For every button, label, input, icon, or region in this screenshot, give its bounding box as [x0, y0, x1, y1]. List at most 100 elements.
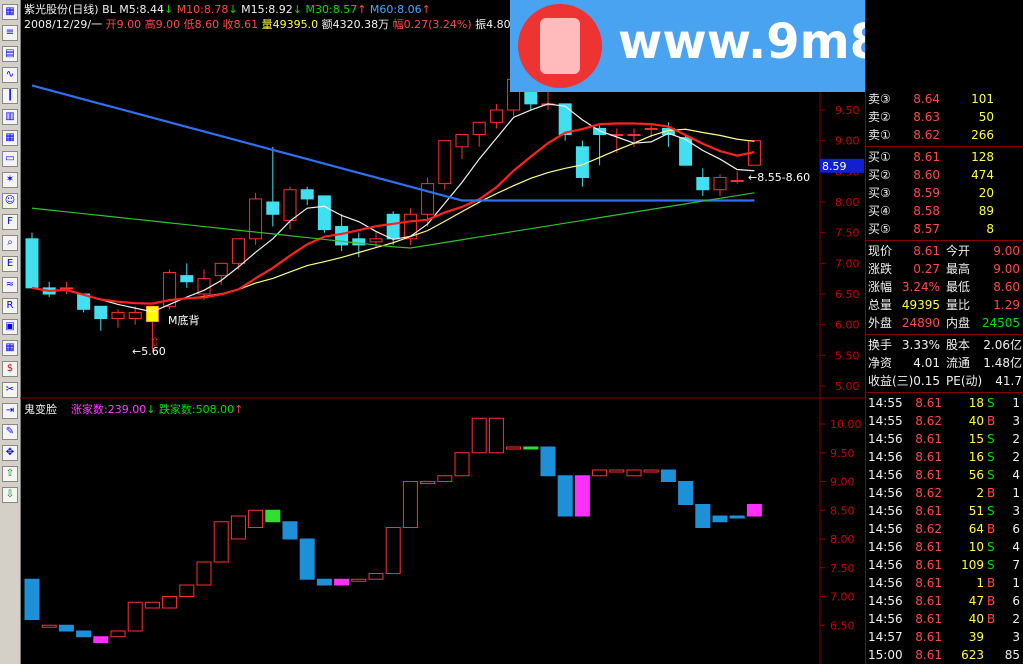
- candle-body: [231, 238, 245, 264]
- arrow-up-icon[interactable]: ⇧: [2, 466, 18, 482]
- report-icon[interactable]: ▥: [2, 109, 18, 125]
- bid-row[interactable]: 买④ 8.58 89: [866, 202, 1023, 220]
- tick-count: 6: [1012, 594, 1020, 608]
- wave-icon[interactable]: ≈: [2, 277, 18, 293]
- tick-row[interactable]: 14:56 8.61 47 B 6: [866, 592, 1023, 610]
- tick-row[interactable]: 14:56 8.62 2 B 1: [866, 484, 1023, 502]
- tick-row[interactable]: 14:56 8.62 64 B 6: [866, 520, 1023, 538]
- bid-label: 买⑤: [868, 222, 891, 236]
- kline-chart[interactable]: 9.50 9.00 8.50 8.00 7.50 7.00 6.50 6.00 5.50 5.00…: [20, 0, 865, 664]
- tick-row[interactable]: 14:55 8.62 40 B 3: [866, 412, 1023, 430]
- chart-area[interactable]: 9.50 9.00 8.50 8.00 7.50 7.00 6.50 6.00 5.50 5.00…: [20, 0, 865, 664]
- export-icon[interactable]: ⇥: [2, 403, 18, 419]
- bid-row[interactable]: 买① 8.61 128: [866, 148, 1023, 166]
- info-close: 收8.61: [222, 18, 259, 31]
- tick-price: 8.61: [915, 450, 942, 464]
- stat-row[interactable]: 外盘 24890 内盘 24505: [866, 314, 1023, 332]
- list-icon[interactable]: ≡: [2, 25, 18, 41]
- fund-row[interactable]: 换手 3.33% 股本 2.06亿: [866, 336, 1023, 354]
- people-icon[interactable]: ☺: [2, 193, 18, 209]
- stat-row[interactable]: 涨跌 0.27 最高 9.00: [866, 260, 1023, 278]
- search-icon[interactable]: ⌕: [2, 235, 18, 251]
- window-icon[interactable]: ▣: [2, 319, 18, 335]
- bid-row[interactable]: 买⑤ 8.57 8: [866, 220, 1023, 238]
- ma30-label: M30:8.57: [305, 3, 358, 16]
- fund-value: 3.33%: [901, 338, 940, 352]
- tick-volume: 39: [968, 630, 984, 644]
- ind-axis-label: 7.50: [830, 562, 855, 575]
- tick-row[interactable]: 14:56 8.61 51 S 3: [866, 502, 1023, 520]
- up-count: 涨家数:239.00: [71, 403, 147, 416]
- bottom-label: M底背: [168, 313, 200, 327]
- indicator-bar: [282, 521, 298, 540]
- ask-row[interactable]: 卖② 8.63 50: [866, 108, 1023, 126]
- tick-row[interactable]: 14:56 8.61 56 S 4: [866, 466, 1023, 484]
- bid-volume: 474: [971, 168, 994, 182]
- signal-up-arrow: ⇧: [150, 335, 160, 349]
- tick-row[interactable]: 14:55 8.61 18 S 1: [866, 394, 1023, 412]
- line-chart-icon[interactable]: ∿: [2, 67, 18, 83]
- tick-row[interactable]: 14:56 8.61 10 S 4: [866, 538, 1023, 556]
- tick-time: 14:56: [868, 432, 903, 446]
- stat-row[interactable]: 涨幅 3.24% 最低 8.60: [866, 278, 1023, 296]
- candle-body: [111, 311, 125, 320]
- tick-side: B: [987, 594, 996, 608]
- ask-row[interactable]: 卖① 8.62 266: [866, 126, 1023, 144]
- tick-price: 8.62: [915, 414, 942, 428]
- fund-row[interactable]: 收益(三) 0.15 PE(动) 41.7: [866, 372, 1023, 390]
- tick-side: S: [987, 396, 995, 410]
- f10-icon[interactable]: F: [2, 214, 18, 230]
- etf-icon[interactable]: E: [2, 256, 18, 272]
- indicator-name: 鬼变脸: [24, 403, 57, 416]
- tick-count: 3: [1012, 630, 1020, 644]
- stat-key: 最高: [946, 262, 971, 276]
- pencil-icon[interactable]: ✎: [2, 424, 18, 440]
- tick-time: 14:56: [868, 450, 903, 464]
- fund-row[interactable]: 净资 4.01 流通 1.48亿: [866, 354, 1023, 372]
- ask-volume: 101: [971, 92, 994, 106]
- ind-axis-label: 9.50: [830, 447, 855, 460]
- ask-row[interactable]: 卖③ 8.64 101: [866, 90, 1023, 108]
- bid-row[interactable]: 买② 8.60 474: [866, 166, 1023, 184]
- tick-volume: 2: [976, 486, 984, 500]
- tick-count: 2: [1012, 612, 1020, 626]
- candle-body: [489, 109, 503, 123]
- bid-row[interactable]: 买③ 8.59 20: [866, 184, 1023, 202]
- tick-price: 8.61: [915, 630, 942, 644]
- tick-row[interactable]: 14:57 8.61 39 3: [866, 628, 1023, 646]
- tick-row[interactable]: 14:56 8.61 16 S 2: [866, 448, 1023, 466]
- stat-row[interactable]: 总量 49395 量比 1.29: [866, 296, 1023, 314]
- fund-key: 流通: [946, 356, 971, 370]
- sheet-icon[interactable]: ▦: [2, 130, 18, 146]
- arrow-down-icon[interactable]: ⇩: [2, 487, 18, 503]
- dollar-icon[interactable]: $: [2, 361, 18, 377]
- left-toolbar: ▦ ≡ ▤ ∿ ┃ ▥ ▦ ▭ ✶ ☺ F ⌕ E ≈ R ▣ ▦ $ ✂ ⇥ …: [0, 0, 21, 664]
- bid-volume: 89: [978, 204, 994, 218]
- stat-value: 24505: [981, 316, 1020, 330]
- indicator-bar: [368, 573, 384, 580]
- rst-icon[interactable]: R: [2, 298, 18, 314]
- tick-row[interactable]: 14:56 8.61 15 S 2: [866, 430, 1023, 448]
- stat-row[interactable]: 现价 8.61 今开 9.00: [866, 242, 1023, 260]
- tick-row[interactable]: 14:56 8.61 1 B 1: [866, 574, 1023, 592]
- tick-time: 14:56: [868, 504, 903, 518]
- indicator-bar: [574, 475, 590, 517]
- move-icon[interactable]: ✥: [2, 445, 18, 461]
- kline-icon[interactable]: ┃: [2, 88, 18, 104]
- tick-row[interactable]: 15:00 8.61 623 85: [866, 646, 1023, 664]
- bid-volume: 8: [986, 222, 994, 236]
- tick-price: 8.62: [915, 486, 942, 500]
- tick-row[interactable]: 14:56 8.61 40 B 2: [866, 610, 1023, 628]
- divider: [866, 146, 1023, 147]
- star-icon[interactable]: ✶: [2, 172, 18, 188]
- table-icon[interactable]: ▤: [2, 46, 18, 62]
- ask-label: 卖②: [868, 110, 891, 124]
- document-icon[interactable]: ▭: [2, 151, 18, 167]
- tick-price: 8.61: [915, 504, 942, 518]
- stat-key: 外盘: [868, 316, 893, 330]
- indicator-bar: [144, 601, 160, 609]
- tick-row[interactable]: 14:56 8.61 109 S 7: [866, 556, 1023, 574]
- grid-icon[interactable]: ▦: [2, 4, 18, 20]
- tools-icon[interactable]: ✂: [2, 382, 18, 398]
- calc-icon[interactable]: ▦: [2, 340, 18, 356]
